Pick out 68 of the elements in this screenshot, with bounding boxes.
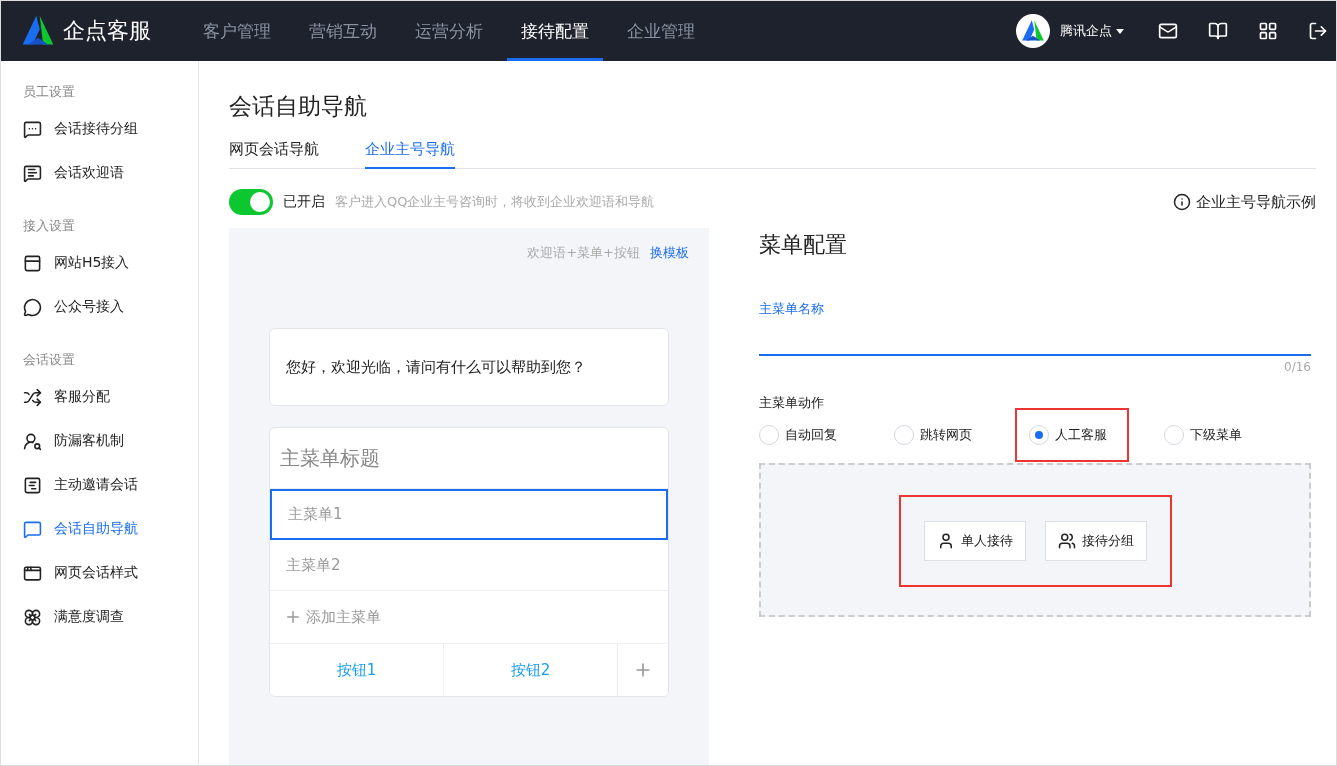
menu-item-icon bbox=[23, 119, 42, 139]
example-link[interactable]: 企业主号导航示例 bbox=[1173, 192, 1316, 212]
nav-tab[interactable]: 接待配置 bbox=[507, 1, 603, 61]
account-avatar[interactable] bbox=[1016, 14, 1050, 48]
nav-tab[interactable]: 营销互动 bbox=[295, 1, 391, 61]
config-title: 菜单配置 bbox=[759, 231, 848, 259]
sidebar-item[interactable]: 会话自助导航 bbox=[1, 507, 198, 551]
radio-label: 下级菜单 bbox=[1190, 426, 1242, 444]
tab[interactable]: 网页会话导航 bbox=[229, 140, 319, 169]
menu-item-icon bbox=[23, 431, 42, 451]
nav-tab[interactable]: 客户管理 bbox=[189, 1, 285, 61]
nav-tab[interactable]: 运营分析 bbox=[401, 1, 497, 61]
sidebar-item[interactable]: 公众号接入 bbox=[1, 285, 198, 329]
brand-name: 企点客服 bbox=[63, 17, 151, 45]
mode-button[interactable]: 单人接待 bbox=[923, 521, 1026, 561]
users-icon bbox=[1057, 532, 1076, 550]
change-template-link[interactable]: 换模板 bbox=[650, 244, 689, 262]
info-icon bbox=[1173, 193, 1191, 211]
menu-item-icon bbox=[23, 163, 42, 183]
sidebar-item[interactable]: 会话欢迎语 bbox=[1, 151, 198, 195]
caret-icon[interactable] bbox=[1116, 28, 1124, 34]
menu-title: 主菜单标题 bbox=[270, 428, 668, 489]
logo-icon bbox=[1021, 19, 1045, 43]
sidebar-item[interactable]: 会话接待分组 bbox=[1, 107, 198, 151]
sidebar-item[interactable]: 主动邀请会话 bbox=[1, 463, 198, 507]
hint-text: 客户进入QQ企业主号咨询时，将收到企业欢迎语和导航 bbox=[335, 193, 655, 211]
nav-tab[interactable]: 企业管理 bbox=[613, 1, 709, 61]
radio-button[interactable] bbox=[894, 425, 914, 445]
sidebar-item[interactable]: 客服分配 bbox=[1, 375, 198, 419]
welcome-message: 您好，欢迎光临，请问有什么可以帮助到您？ bbox=[269, 328, 669, 406]
template-name: 欢迎语+菜单+按钮 bbox=[527, 244, 640, 262]
sidebar-item[interactable]: 满意度调查 bbox=[1, 595, 198, 639]
menu-item-icon bbox=[23, 253, 42, 273]
tab[interactable]: 企业主号导航 bbox=[365, 140, 455, 169]
menu-item-icon bbox=[23, 563, 42, 583]
grid-icon[interactable] bbox=[1258, 21, 1278, 41]
radio-button[interactable] bbox=[1164, 425, 1184, 445]
logo-icon bbox=[21, 14, 55, 48]
sidebar-item[interactable]: 网页会话样式 bbox=[1, 551, 198, 595]
menu-item-icon bbox=[23, 519, 42, 539]
menu-item-icon bbox=[23, 387, 42, 407]
sidebar-item[interactable]: 网站H5接入 bbox=[1, 241, 198, 285]
radio-button[interactable] bbox=[759, 425, 779, 445]
radio-option[interactable]: 自动回复 bbox=[759, 410, 894, 460]
menu-item-icon bbox=[23, 475, 42, 495]
mode-button[interactable]: 接待分组 bbox=[1044, 521, 1147, 561]
group-title: 员工设置 bbox=[22, 83, 76, 101]
toggle-label: 已开启 bbox=[283, 193, 325, 211]
mail-icon[interactable] bbox=[1158, 21, 1178, 41]
char-counter: 0/16 bbox=[1283, 360, 1311, 374]
sidebar-item[interactable]: 防漏客机制 bbox=[1, 419, 198, 463]
group-title: 会话设置 bbox=[22, 351, 76, 369]
account-name[interactable]: 腾讯企点 bbox=[1060, 22, 1112, 40]
toggle-switch[interactable] bbox=[229, 189, 273, 215]
page-title: 会话自助导航 bbox=[229, 92, 368, 121]
field-label: 主菜单名称 bbox=[759, 300, 825, 318]
logout-icon[interactable] bbox=[1308, 21, 1328, 41]
menu-item-icon bbox=[23, 297, 42, 317]
menu-item-icon bbox=[23, 607, 42, 627]
book-icon[interactable] bbox=[1208, 21, 1228, 41]
field-label: 主菜单动作 bbox=[759, 394, 825, 412]
radio-option[interactable]: 下级菜单 bbox=[1164, 410, 1299, 460]
radio-button[interactable] bbox=[1029, 425, 1049, 445]
plus-icon bbox=[284, 608, 302, 626]
group-title: 接入设置 bbox=[22, 217, 76, 235]
radio-label: 人工客服 bbox=[1055, 426, 1107, 444]
radio-label: 自动回复 bbox=[785, 426, 837, 444]
radio-label: 跳转网页 bbox=[920, 426, 972, 444]
